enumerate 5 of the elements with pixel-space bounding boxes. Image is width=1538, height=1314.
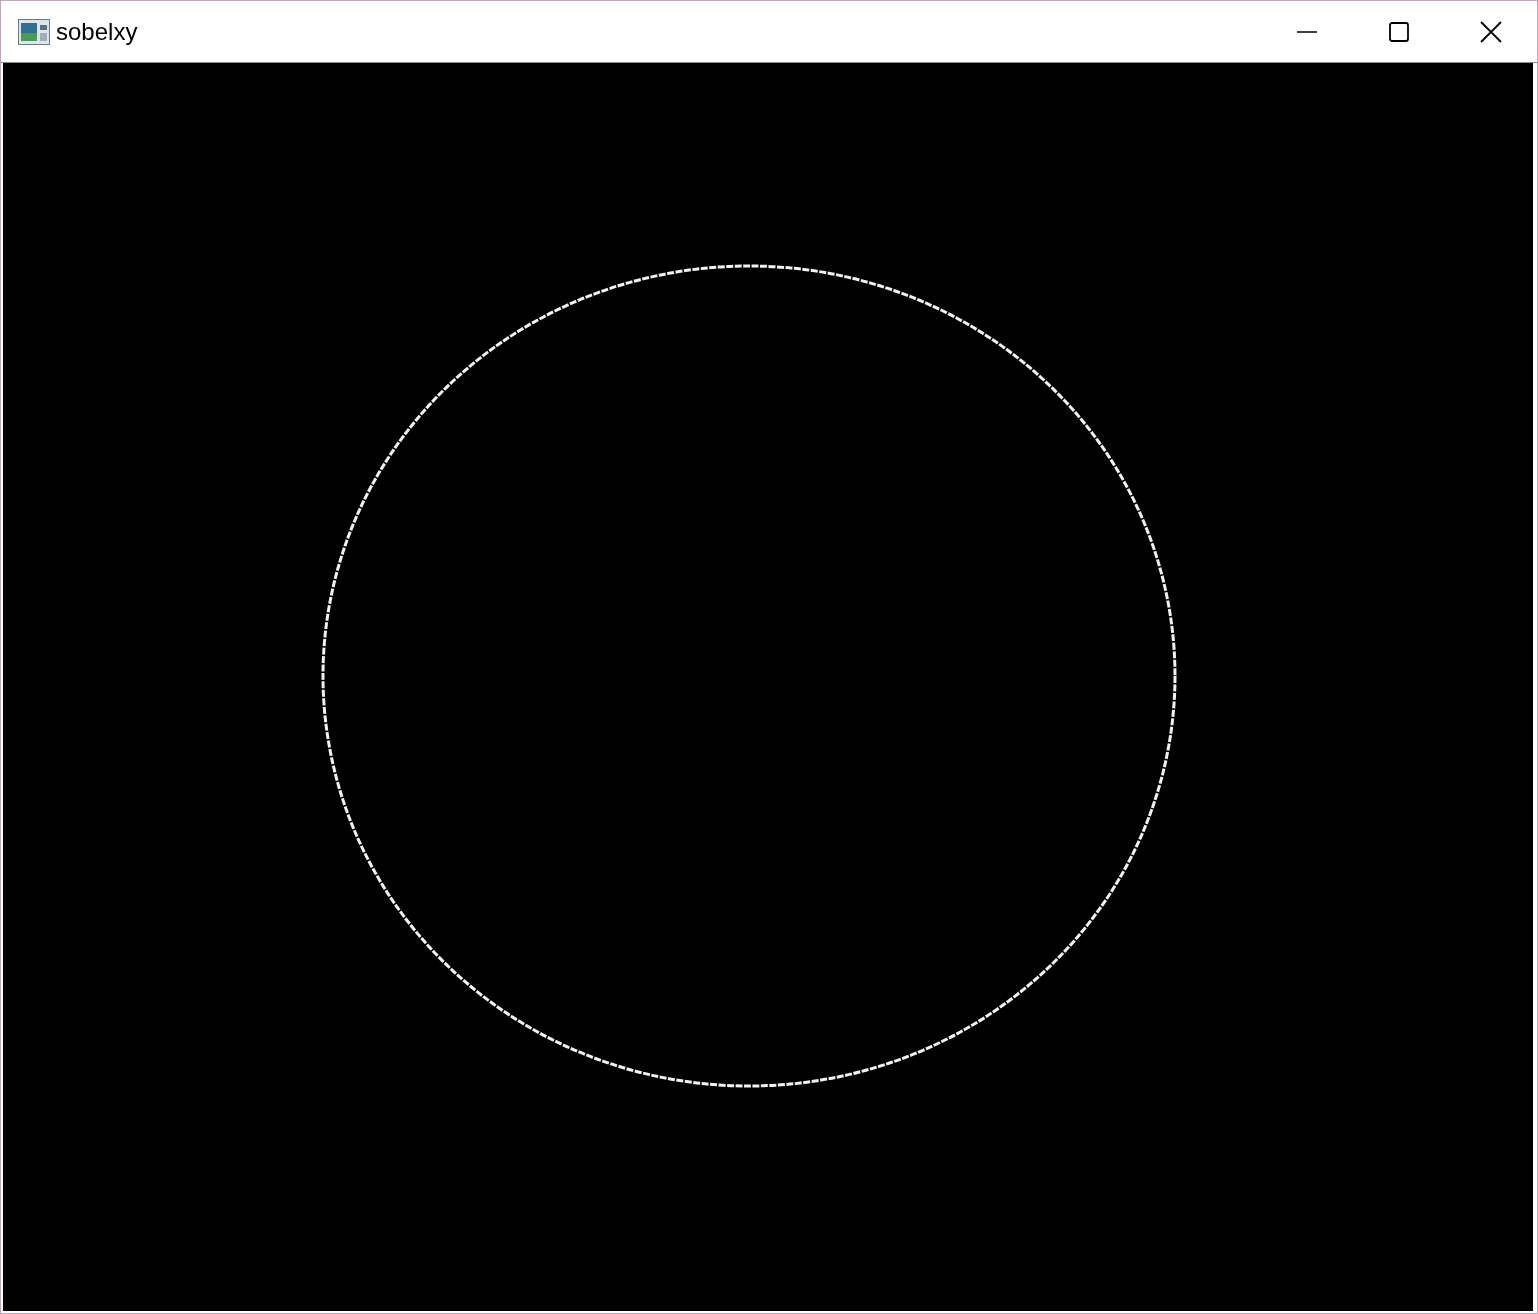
app-icon (18, 18, 50, 45)
maximize-icon (1389, 21, 1409, 42)
close-icon (1480, 20, 1502, 43)
minimize-icon (1297, 30, 1317, 33)
window-title: sobelxy (56, 17, 139, 46)
